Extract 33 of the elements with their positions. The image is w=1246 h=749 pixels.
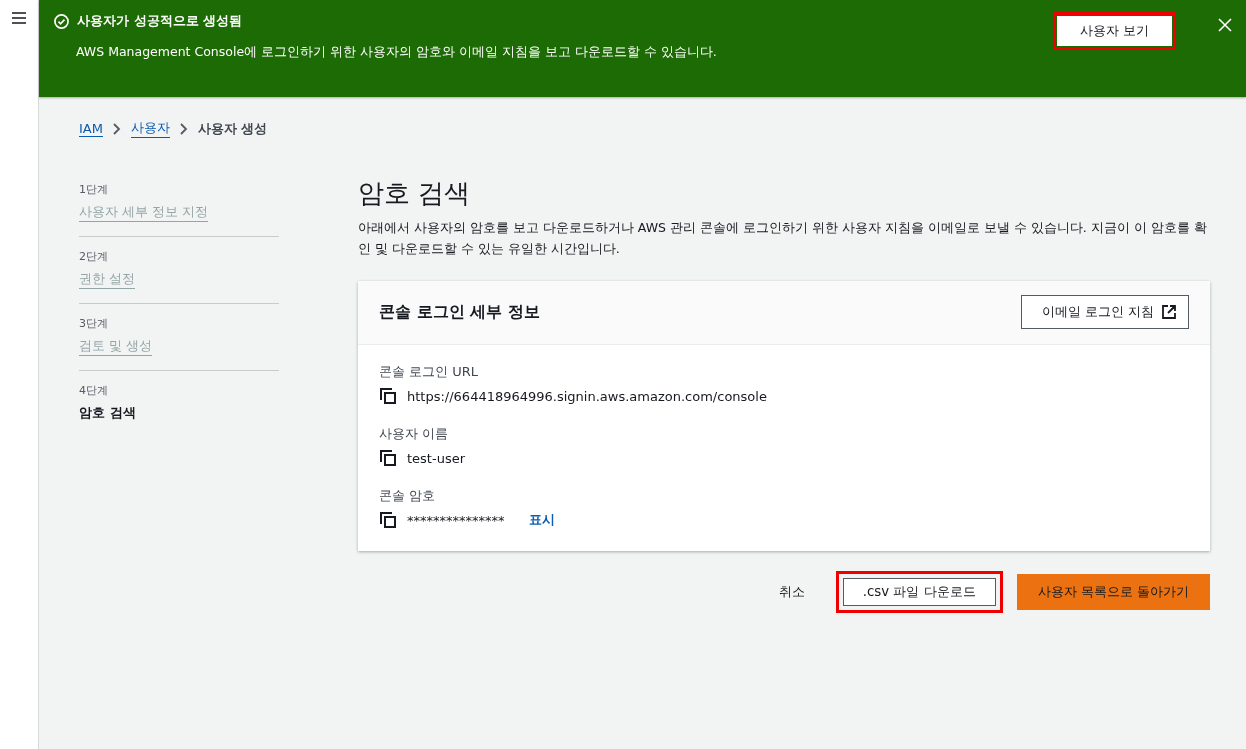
banner-message: AWS Management Console에 로그인하기 위한 사용자의 암호와 이메일 지침을 보고 다운로드할 수 있습니다. xyxy=(76,44,718,61)
card-title: 콘솔 로그인 세부 정보 xyxy=(379,301,540,323)
show-link[interactable]: 표시 xyxy=(528,511,555,529)
field-label: 콘솔 암호 xyxy=(379,487,437,505)
close-icon[interactable] xyxy=(1218,18,1232,32)
chevron-right-icon xyxy=(179,122,188,135)
page-description: 아래에서 사용자의 암호를 보고 다운로드하거나 AWS 관리 콘솔에 로그인하기 위한 사용자 지침을 이메일로 보낼 수 있습니다. 지금이 이 암호를 확인 및 다운로드할 수 있는 유일한 시간입니다. xyxy=(358,219,1208,258)
field-value: *************** xyxy=(407,512,505,528)
step-number: 4단계 xyxy=(79,383,108,398)
breadcrumb-link[interactable]: 사용자 xyxy=(130,119,170,138)
breadcrumb-current: 사용자 생성 xyxy=(197,119,268,138)
chevron-right-icon xyxy=(112,122,121,135)
field-value: https://664418964996.signin.aws.amazon.com/console xyxy=(407,388,767,404)
current-step: 암호 검색 xyxy=(79,404,136,422)
copy-icon[interactable] xyxy=(379,449,397,467)
step-number: 1단계 xyxy=(79,182,108,197)
copy-icon[interactable] xyxy=(379,511,397,529)
cancel-button[interactable]: 취소 xyxy=(761,574,822,610)
download-csv-button[interactable]: .csv 파일 다운로드 xyxy=(835,571,1003,613)
copy-icon[interactable] xyxy=(379,387,397,405)
step-number: 2단계 xyxy=(79,249,108,264)
page-title: 암호 검색 xyxy=(358,177,472,210)
breadcrumb-link[interactable]: IAM xyxy=(79,120,103,137)
banner-title: 사용자가 성공적으로 생성됨 xyxy=(77,12,243,30)
check-circle-icon xyxy=(54,13,69,29)
step-number: 3단계 xyxy=(79,316,108,331)
field-value: test-user xyxy=(407,450,465,466)
email-instructions-button[interactable]: 이메일 로그인 지침 xyxy=(1020,295,1189,329)
external-link-icon xyxy=(1162,305,1176,319)
return-button[interactable]: 사용자 목록으로 돌아가기 xyxy=(1016,574,1210,610)
field-label: 콘솔 로그인 URL xyxy=(379,363,480,381)
menu-icon[interactable] xyxy=(12,12,26,24)
field-label: 사용자 이름 xyxy=(379,425,450,443)
